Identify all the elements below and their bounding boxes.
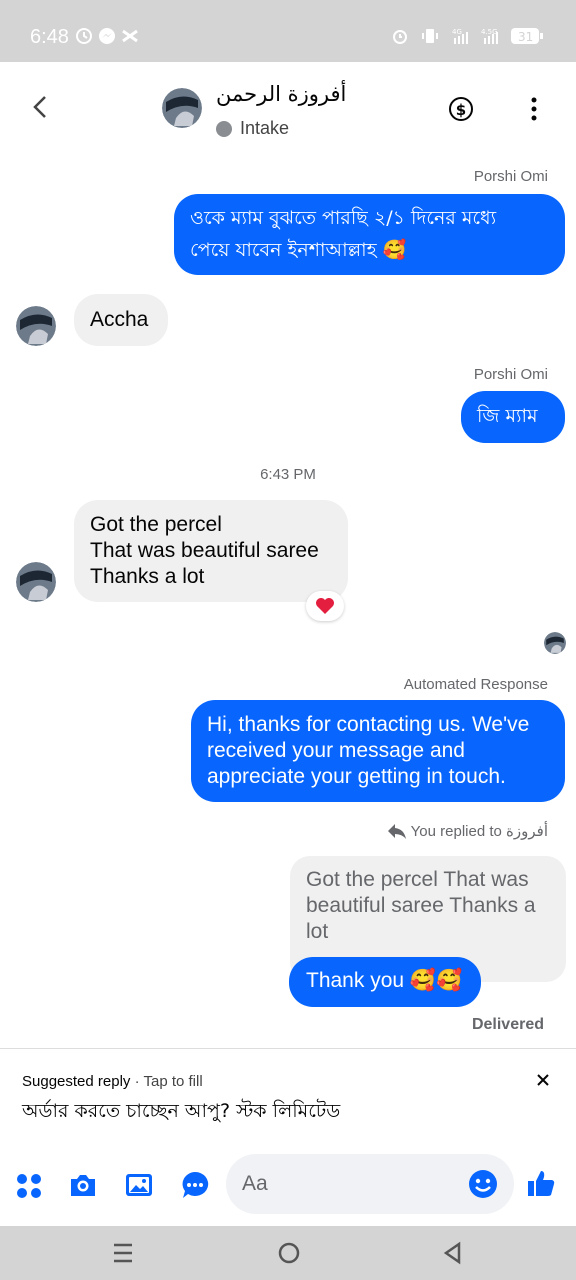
contact-label[interactable]: Intake <box>216 118 289 139</box>
sync-icon <box>76 28 92 44</box>
suggested-reply-header: Suggested reply · Tap to fill <box>22 1073 203 1090</box>
back-arrow-icon[interactable] <box>28 92 54 122</box>
contact-avatar-small[interactable] <box>16 562 56 602</box>
system-nav-bar <box>0 1226 576 1280</box>
signal-2-icon: 4.5G <box>481 28 498 44</box>
capcut-icon <box>122 29 138 43</box>
more-options-icon[interactable] <box>524 96 544 122</box>
message-bubble-outgoing[interactable]: Hi, thanks for contacting us. We've rece… <box>191 700 565 802</box>
suggested-reply-panel: Suggested reply · Tap to fill অর্ডার করত… <box>0 1048 576 1142</box>
label-status-text: Intake <box>240 118 290 138</box>
emoji-icon[interactable] <box>468 1169 498 1199</box>
signal-icon: 4G <box>452 28 468 44</box>
suggested-reply-hint: Tap to fill <box>143 1073 203 1090</box>
back-nav-icon[interactable] <box>440 1240 466 1266</box>
status-bar: 6:48 4G 4.5G 31 <box>0 0 576 62</box>
sender-label: Automated Response <box>403 676 548 693</box>
dollar-icon[interactable]: $ <box>448 96 474 122</box>
sender-label: Porshi Omi <box>473 168 548 185</box>
replied-to-note: You replied to أفروزة <box>387 822 548 840</box>
more-actions-icon[interactable] <box>14 1170 44 1200</box>
recents-icon[interactable] <box>110 1240 136 1266</box>
message-bubble-incoming[interactable]: Got the percel That was beautiful saree … <box>74 500 348 602</box>
message-bubble-outgoing[interactable]: ওকে ম্যাম বুঝতে পারছি ২/১ দিনের মধ্যে পে… <box>174 194 565 275</box>
message-bubble-outgoing[interactable]: Thank you 🥰🥰 <box>289 957 481 1007</box>
svg-text:4G: 4G <box>452 28 462 36</box>
message-input-placeholder: Aa <box>242 1172 268 1195</box>
reaction-badge[interactable] <box>306 591 344 621</box>
delivery-status: Delivered <box>471 1016 544 1033</box>
close-icon[interactable] <box>536 1073 550 1087</box>
conversation-header: أفروزة الرحمن Intake $ <box>0 62 576 154</box>
svg-text:31: 31 <box>518 30 533 44</box>
status-time: 6:48 <box>30 26 69 48</box>
home-icon[interactable] <box>276 1240 302 1266</box>
chat-bubble-icon[interactable] <box>180 1170 210 1200</box>
svg-text:4.5G: 4.5G <box>481 28 498 36</box>
suggested-reply-title: Suggested reply <box>22 1073 131 1090</box>
suggested-reply-text[interactable]: অর্ডার করতে চাচ্ছেন আপু? স্টক লিমিটেড <box>22 1097 340 1129</box>
timestamp-separator: 6:43 PM <box>260 466 316 483</box>
alarm-icon <box>393 30 407 44</box>
message-bubble-incoming[interactable]: Accha <box>74 294 168 346</box>
message-composer: Aa <box>0 1142 576 1226</box>
vibrate-icon <box>422 29 438 43</box>
battery-icon: 31 <box>511 28 543 44</box>
sender-label: Porshi Omi <box>473 366 548 383</box>
message-bubble-outgoing[interactable]: জি ম্যাম <box>461 391 565 443</box>
thumbs-up-icon[interactable] <box>526 1168 556 1198</box>
status-dot-icon <box>216 120 232 137</box>
camera-icon[interactable] <box>68 1170 98 1200</box>
messenger-icon <box>99 28 115 44</box>
contact-name[interactable]: أفروزة الرحمن <box>216 82 346 106</box>
contact-avatar[interactable] <box>162 88 202 128</box>
contact-avatar-small[interactable] <box>16 306 56 346</box>
gallery-icon[interactable] <box>124 1170 154 1200</box>
svg-text:$: $ <box>456 101 466 119</box>
reply-arrow-icon <box>387 824 406 839</box>
seen-avatar <box>544 632 566 654</box>
heart-icon <box>316 598 334 614</box>
replied-to-text: You replied to أفروزة <box>410 823 548 840</box>
